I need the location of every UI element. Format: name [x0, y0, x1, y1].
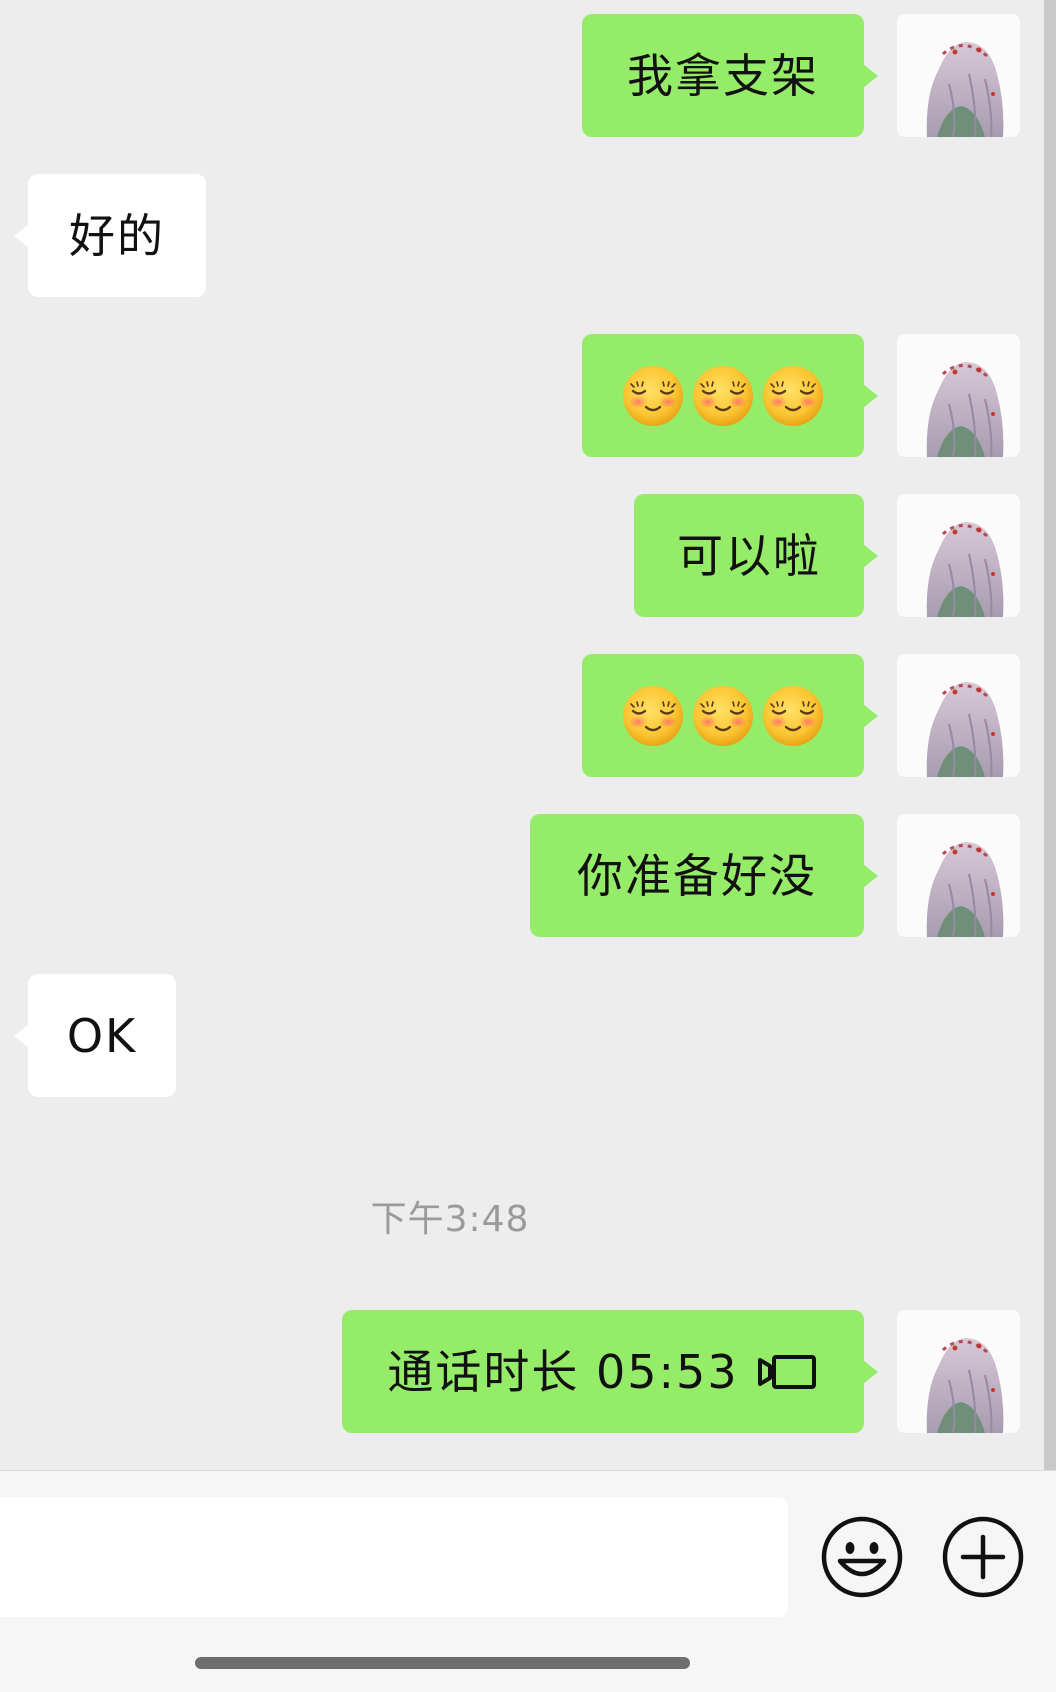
- chat-input-bar: [0, 1470, 1056, 1692]
- message-bubble-outgoing[interactable]: 可以啦: [634, 494, 878, 617]
- message-text: 我拿支架: [627, 48, 819, 103]
- my-avatar[interactable]: [897, 654, 1020, 777]
- smiley-face-icon[interactable]: [820, 1515, 904, 1599]
- message-bubble-outgoing[interactable]: 我拿支架: [582, 14, 878, 137]
- home-indicator[interactable]: [195, 1657, 690, 1669]
- message-bubble-outgoing[interactable]: [582, 654, 878, 777]
- my-avatar[interactable]: [897, 334, 1020, 457]
- my-avatar[interactable]: [897, 14, 1020, 137]
- message-bubble-incoming[interactable]: 好的: [14, 174, 206, 297]
- message-text: 可以啦: [677, 528, 821, 583]
- smiling-blushing-emoji: [691, 364, 755, 427]
- message-bubble-outgoing[interactable]: 你准备好没: [530, 814, 878, 937]
- smiling-blushing-emoji: [761, 684, 825, 747]
- smiling-blushing-emoji: [691, 684, 755, 747]
- call-duration-label: 通话时长 05:53: [387, 1344, 739, 1399]
- my-avatar[interactable]: [897, 494, 1020, 617]
- smiling-blushing-emoji: [761, 364, 825, 427]
- message-text: OK: [66, 1008, 138, 1063]
- my-avatar[interactable]: [897, 814, 1020, 937]
- plus-circle-icon[interactable]: [941, 1515, 1025, 1599]
- smiling-blushing-emoji: [621, 364, 685, 427]
- message-text: 你准备好没: [577, 848, 817, 903]
- call-record-bubble[interactable]: 通话时长 05:53: [342, 1310, 878, 1433]
- message-timestamp: 下午3:48: [370, 1199, 530, 1240]
- message-input[interactable]: [0, 1497, 788, 1617]
- message-text: 好的: [69, 208, 165, 263]
- message-bubble-incoming[interactable]: OK: [14, 974, 176, 1097]
- chat-scrollbar[interactable]: [1044, 0, 1056, 1470]
- smiling-blushing-emoji: [621, 684, 685, 747]
- my-avatar[interactable]: [897, 1310, 1020, 1433]
- video-call-icon: [757, 1354, 816, 1389]
- message-bubble-outgoing[interactable]: [582, 334, 878, 457]
